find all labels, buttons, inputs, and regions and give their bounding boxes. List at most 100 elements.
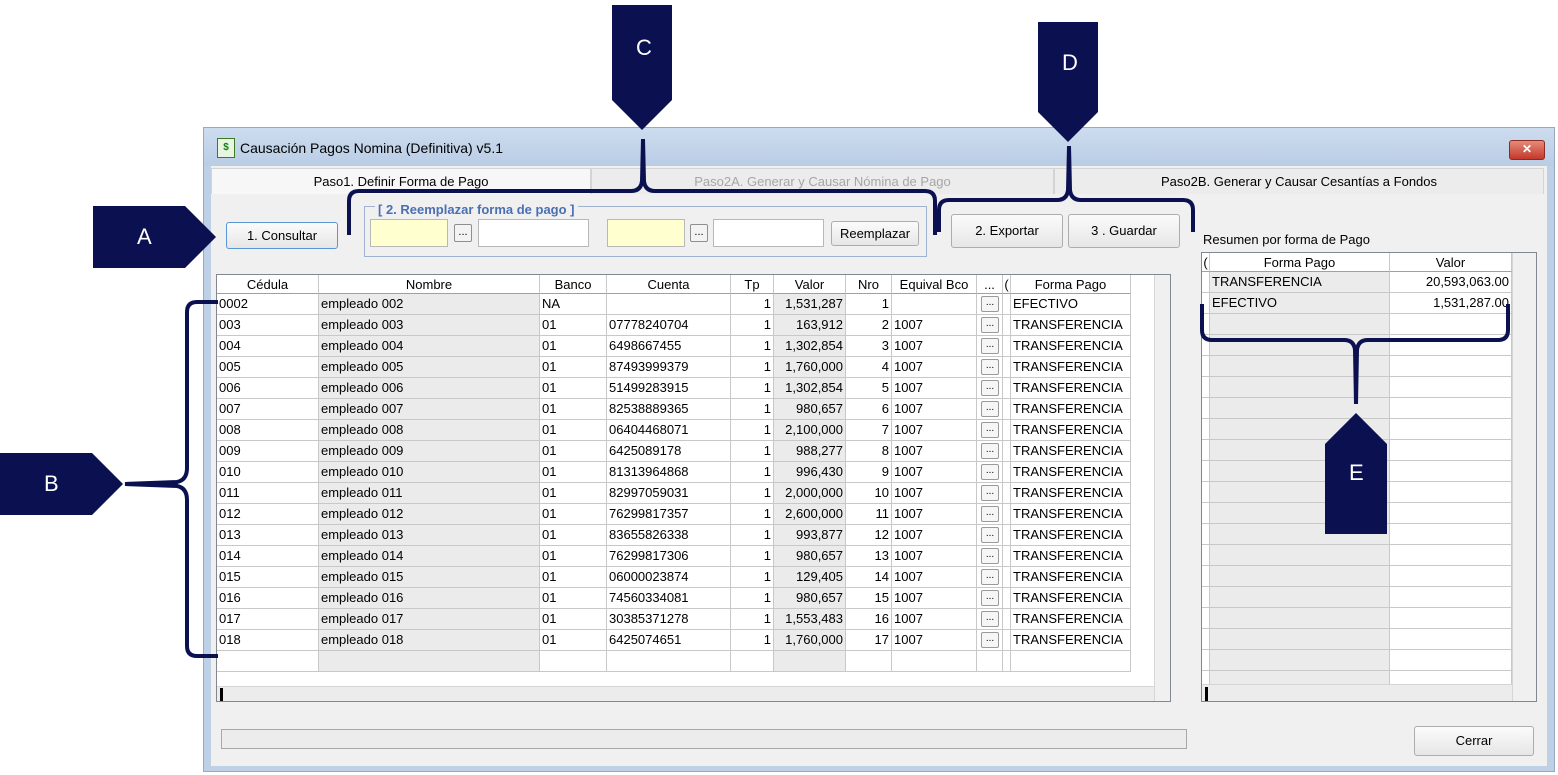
grid-cell-blank[interactable] bbox=[1003, 483, 1011, 504]
row-lookup-cell[interactable]: ... bbox=[977, 525, 1003, 546]
column-header[interactable]: Nro bbox=[846, 275, 892, 294]
row-lookup-button[interactable]: ... bbox=[981, 548, 999, 564]
grid-cell-nro[interactable]: 11 bbox=[846, 504, 892, 525]
summary-empty-cell[interactable] bbox=[1202, 650, 1210, 671]
grid-empty-cell[interactable] bbox=[977, 651, 1003, 672]
grid-cell-equival[interactable]: 1007 bbox=[892, 588, 977, 609]
grid-cell-nro[interactable]: 6 bbox=[846, 399, 892, 420]
grid-cell-nro[interactable]: 14 bbox=[846, 567, 892, 588]
grid-cell-nro[interactable]: 3 bbox=[846, 336, 892, 357]
grid-cell-tp[interactable]: 1 bbox=[731, 609, 774, 630]
row-lookup-cell[interactable]: ... bbox=[977, 315, 1003, 336]
summary-horizontal-scrollbar[interactable] bbox=[1202, 684, 1512, 701]
grid-cell-forma[interactable]: TRANSFERENCIA bbox=[1011, 336, 1131, 357]
grid-cell-cedula[interactable]: 017 bbox=[217, 609, 319, 630]
row-lookup-cell[interactable]: ... bbox=[977, 441, 1003, 462]
grid-cell-blank[interactable] bbox=[1003, 294, 1011, 315]
grid-cell-nombre[interactable]: empleado 008 bbox=[319, 420, 540, 441]
grid-cell-equival[interactable]: 1007 bbox=[892, 357, 977, 378]
grid-cell-nro[interactable]: 16 bbox=[846, 609, 892, 630]
grid-cell-blank[interactable] bbox=[1003, 567, 1011, 588]
row-lookup-cell[interactable]: ... bbox=[977, 483, 1003, 504]
summary-empty-cell[interactable] bbox=[1390, 440, 1512, 461]
summary-empty-cell[interactable] bbox=[1202, 608, 1210, 629]
grid-cell-cedula[interactable]: 012 bbox=[217, 504, 319, 525]
summary-empty-cell[interactable] bbox=[1202, 440, 1210, 461]
grid-cell-cuenta[interactable]: 87493999379 bbox=[607, 357, 731, 378]
grid-cell-tp[interactable]: 1 bbox=[731, 315, 774, 336]
grid-empty-cell[interactable] bbox=[540, 651, 607, 672]
row-lookup-button[interactable]: ... bbox=[981, 296, 999, 312]
grid-empty-cell[interactable] bbox=[1011, 651, 1131, 672]
grid-cell-banco[interactable]: NA bbox=[540, 294, 607, 315]
grid-cell-forma[interactable]: TRANSFERENCIA bbox=[1011, 420, 1131, 441]
grid-cell-cuenta[interactable]: 06404468071 bbox=[607, 420, 731, 441]
summary-empty-cell[interactable] bbox=[1390, 587, 1512, 608]
row-lookup-button[interactable]: ... bbox=[981, 569, 999, 585]
grid-cell-equival[interactable]: 1007 bbox=[892, 420, 977, 441]
grid-cell-forma[interactable]: TRANSFERENCIA bbox=[1011, 525, 1131, 546]
grid-cell-banco[interactable]: 01 bbox=[540, 357, 607, 378]
summary-empty-cell[interactable] bbox=[1390, 482, 1512, 503]
grid-cell-tp[interactable]: 1 bbox=[731, 525, 774, 546]
row-lookup-cell[interactable]: ... bbox=[977, 294, 1003, 315]
grid-empty-cell[interactable] bbox=[846, 651, 892, 672]
grid-cell-nombre[interactable]: empleado 007 bbox=[319, 399, 540, 420]
row-lookup-button[interactable]: ... bbox=[981, 527, 999, 543]
summary-empty-cell[interactable] bbox=[1202, 587, 1210, 608]
grid-cell-nro[interactable]: 4 bbox=[846, 357, 892, 378]
row-lookup-button[interactable]: ... bbox=[981, 590, 999, 606]
grid-cell-cuenta[interactable]: 6498667455 bbox=[607, 336, 731, 357]
grid-cell-banco[interactable]: 01 bbox=[540, 378, 607, 399]
grid-cell-blank[interactable] bbox=[1003, 441, 1011, 462]
grid-cell-nombre[interactable]: empleado 006 bbox=[319, 378, 540, 399]
grid-cell-cuenta[interactable]: 76299817306 bbox=[607, 546, 731, 567]
grid-cell-cedula[interactable]: 003 bbox=[217, 315, 319, 336]
grid-empty-cell[interactable] bbox=[731, 651, 774, 672]
grid-cell-forma[interactable]: TRANSFERENCIA bbox=[1011, 357, 1131, 378]
grid-cell-equival[interactable]: 1007 bbox=[892, 441, 977, 462]
summary-empty-cell[interactable] bbox=[1202, 461, 1210, 482]
grid-cell-tp[interactable]: 1 bbox=[731, 378, 774, 399]
grid-cell-nombre[interactable]: empleado 016 bbox=[319, 588, 540, 609]
grid-cell-cuenta[interactable]: 51499283915 bbox=[607, 378, 731, 399]
grid-cell-cedula[interactable]: 008 bbox=[217, 420, 319, 441]
grid-cell-nro[interactable]: 17 bbox=[846, 630, 892, 651]
grid-cell-banco[interactable]: 01 bbox=[540, 336, 607, 357]
summary-column-header[interactable]: Valor bbox=[1390, 253, 1512, 272]
grid-cell-cedula[interactable]: 009 bbox=[217, 441, 319, 462]
row-lookup-cell[interactable]: ... bbox=[977, 420, 1003, 441]
row-lookup-cell[interactable]: ... bbox=[977, 609, 1003, 630]
grid-cell-cuenta[interactable]: 6425074651 bbox=[607, 630, 731, 651]
summary-empty-cell[interactable] bbox=[1202, 566, 1210, 587]
summary-empty-cell[interactable] bbox=[1390, 566, 1512, 587]
grid-cell-valor[interactable]: 1,553,483 bbox=[774, 609, 846, 630]
grid-cell-cuenta[interactable]: 6425089178 bbox=[607, 441, 731, 462]
row-lookup-button[interactable]: ... bbox=[981, 464, 999, 480]
row-lookup-button[interactable]: ... bbox=[981, 317, 999, 333]
grid-cell-nombre[interactable]: empleado 009 bbox=[319, 441, 540, 462]
summary-empty-cell[interactable] bbox=[1202, 482, 1210, 503]
grid-cell-blank[interactable] bbox=[1003, 357, 1011, 378]
grid-cell-cedula[interactable]: 013 bbox=[217, 525, 319, 546]
row-lookup-cell[interactable]: ... bbox=[977, 546, 1003, 567]
grid-cell-cedula[interactable]: 006 bbox=[217, 378, 319, 399]
summary-empty-cell[interactable] bbox=[1202, 545, 1210, 566]
grid-cell-blank[interactable] bbox=[1003, 315, 1011, 336]
grid-cell-forma[interactable]: EFECTIVO bbox=[1011, 294, 1131, 315]
grid-cell-valor[interactable]: 980,657 bbox=[774, 588, 846, 609]
grid-cell-cedula[interactable]: 010 bbox=[217, 462, 319, 483]
grid-cell-forma[interactable]: TRANSFERENCIA bbox=[1011, 630, 1131, 651]
grid-cell-blank[interactable] bbox=[1003, 588, 1011, 609]
grid-cell-nombre[interactable]: empleado 003 bbox=[319, 315, 540, 336]
grid-cell-tp[interactable]: 1 bbox=[731, 504, 774, 525]
grid-cell-forma[interactable]: TRANSFERENCIA bbox=[1011, 504, 1131, 525]
grid-cell-blank[interactable] bbox=[1003, 525, 1011, 546]
grid-empty-cell[interactable] bbox=[319, 651, 540, 672]
summary-empty-cell[interactable] bbox=[1210, 608, 1390, 629]
grid-cell-cuenta[interactable]: 82997059031 bbox=[607, 483, 731, 504]
grid-cell-tp[interactable]: 1 bbox=[731, 462, 774, 483]
grid-cell-cedula[interactable]: 016 bbox=[217, 588, 319, 609]
grid-cell-nombre[interactable]: empleado 004 bbox=[319, 336, 540, 357]
grid-cell-valor[interactable]: 996,430 bbox=[774, 462, 846, 483]
